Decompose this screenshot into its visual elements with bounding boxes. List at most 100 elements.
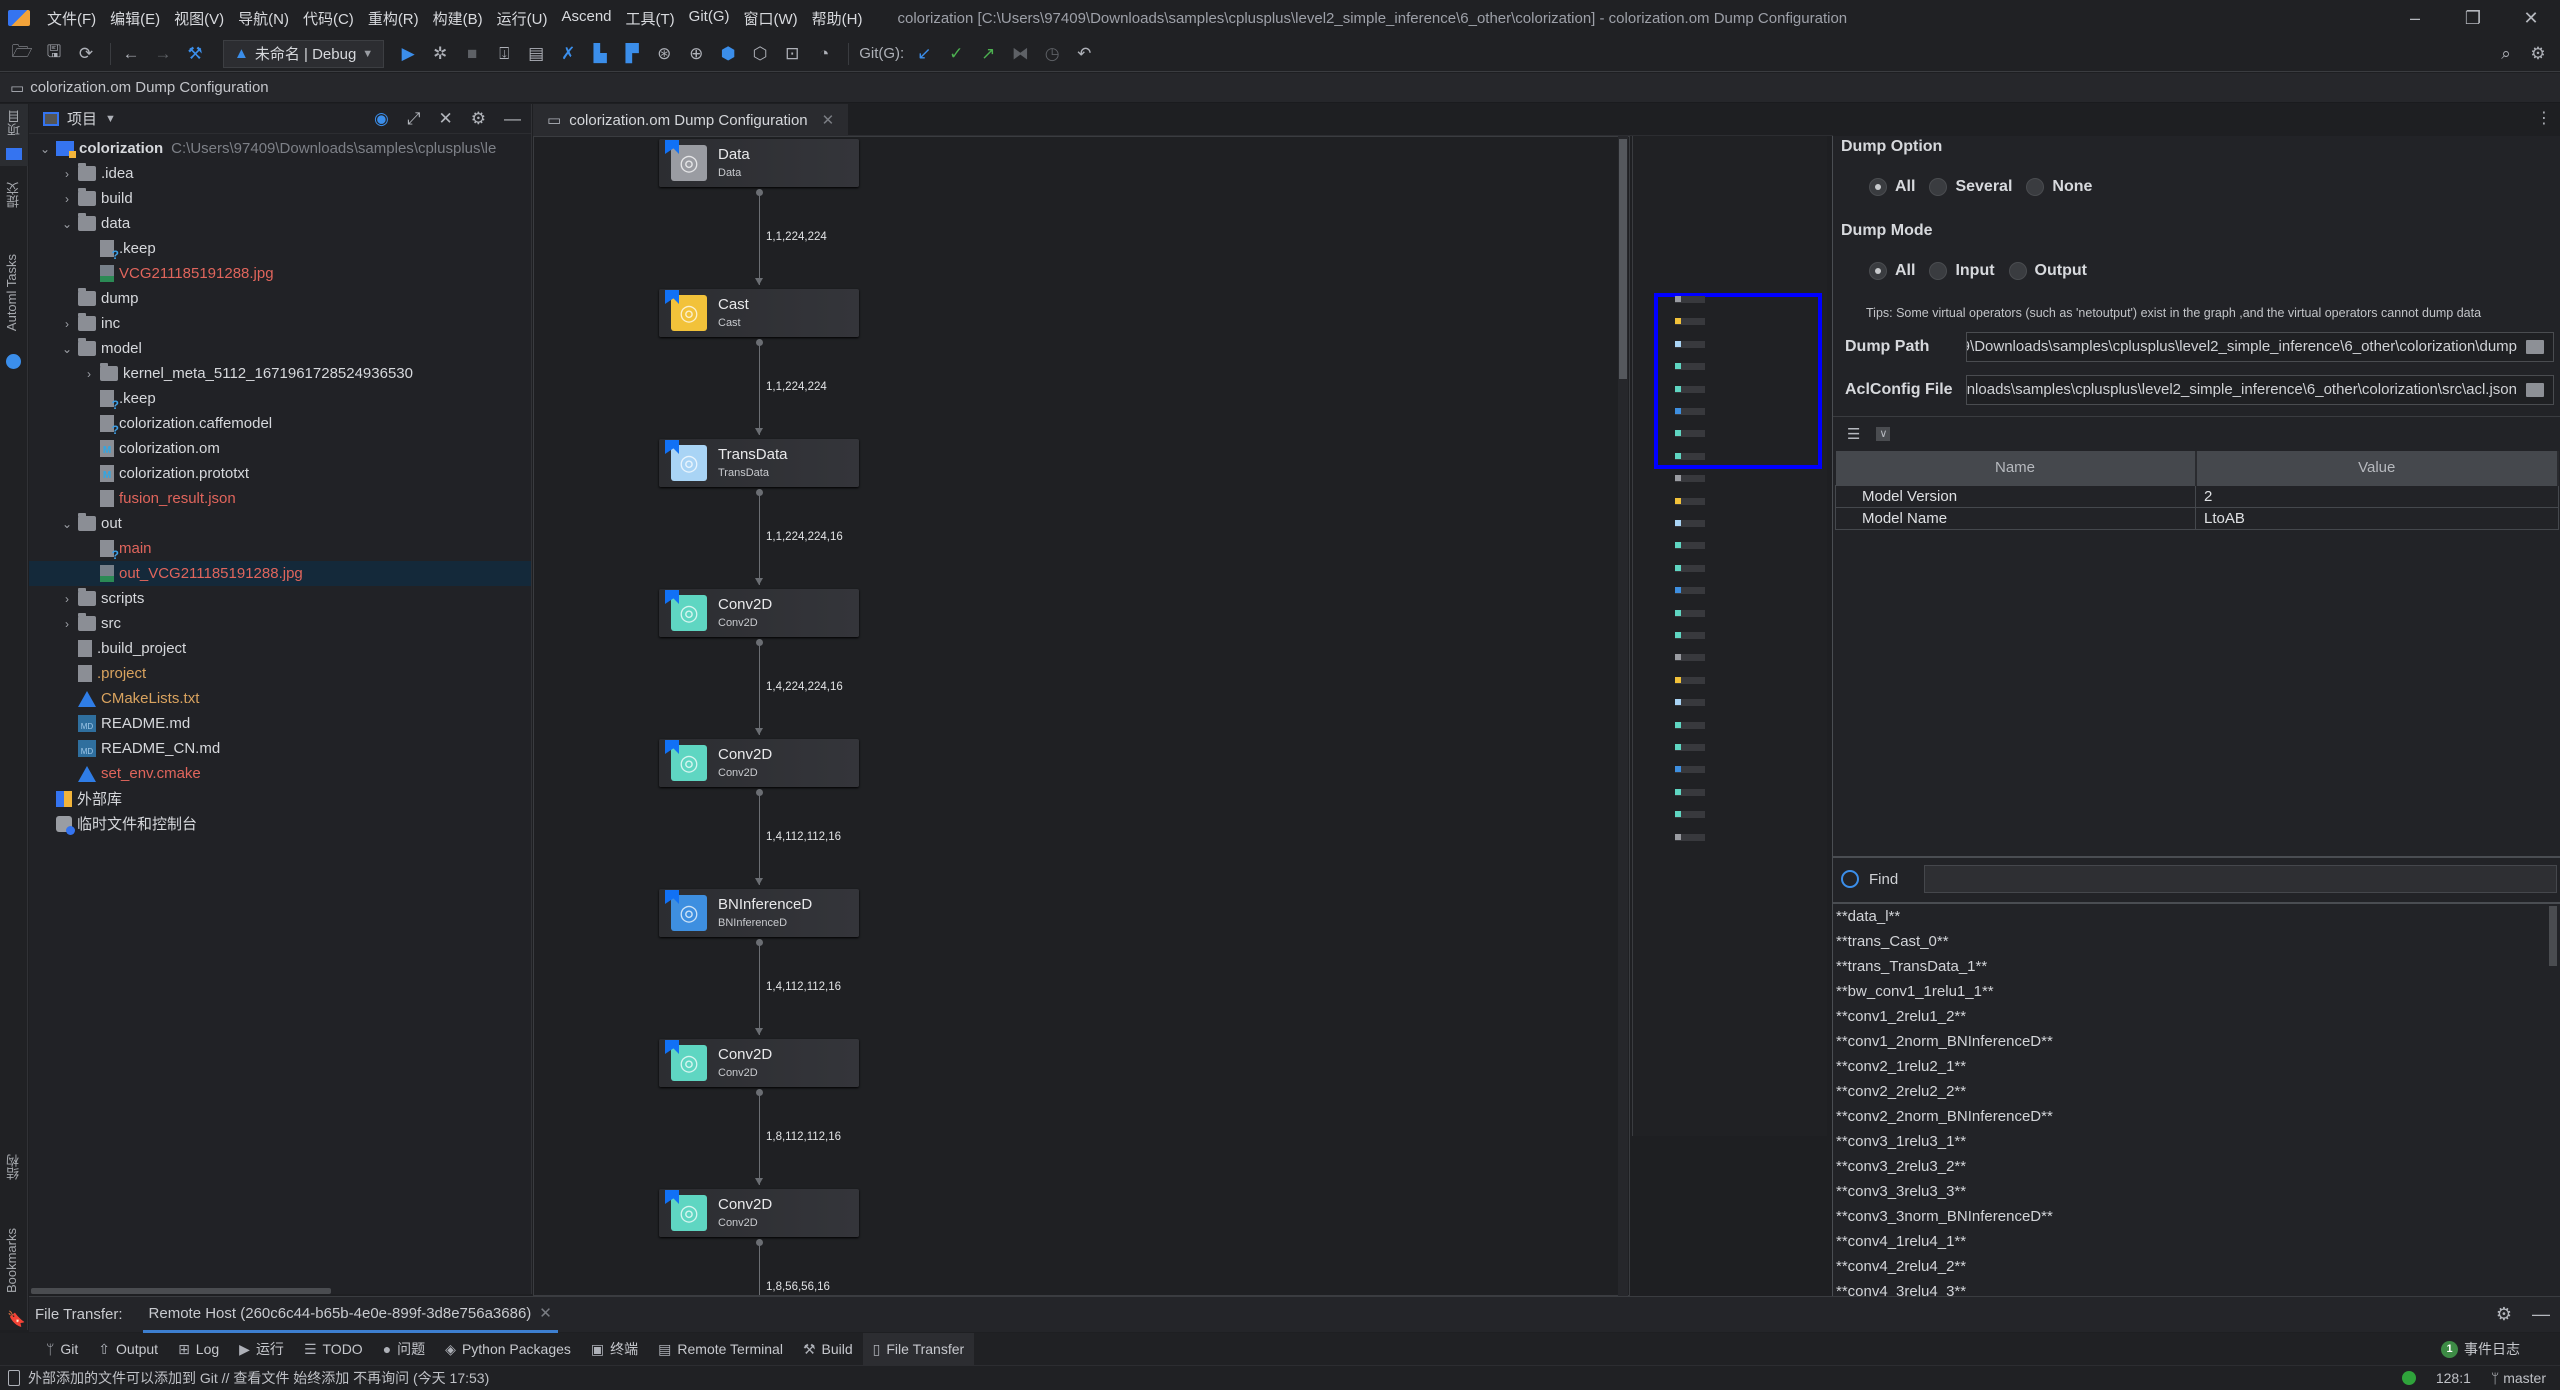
menu-item[interactable]: 运行(U) [490, 8, 555, 29]
list-item[interactable]: **conv4_3relu4_3** [1833, 1279, 2560, 1296]
open-folder-icon[interactable]: 🗁 [8, 40, 36, 68]
tool-window-remote-terminal[interactable]: ▤ Remote Terminal [648, 1333, 793, 1365]
git-rollback-icon[interactable]: ↶ [1070, 40, 1098, 68]
graph-node[interactable]: ◎ TransData TransData [659, 439, 859, 487]
tree-item[interactable]: fusion_result.json [29, 486, 531, 511]
config-file-icon[interactable]: ▤ [522, 40, 550, 68]
radio-output[interactable]: Output [2008, 262, 2087, 280]
tree-item[interactable]: MD README_CN.md [29, 736, 531, 761]
tree-item[interactable]: out_VCG211185191288.jpg [29, 561, 531, 586]
model-visualizer-icon[interactable]: ⊛ [650, 40, 678, 68]
tree-item[interactable]: › scripts [29, 586, 531, 611]
graph-minimap[interactable] [1632, 136, 1827, 1136]
status-toggle-icon[interactable] [8, 1370, 20, 1386]
forward-icon[interactable]: → [149, 40, 177, 68]
stripe-project-button[interactable]: 项目 [0, 104, 28, 166]
tree-item[interactable]: › .idea [29, 161, 531, 186]
radio-several[interactable]: Several [1929, 178, 2012, 196]
radio-none[interactable]: None [2026, 178, 2092, 196]
dump-path-input[interactable]: C:\Users\97409\Downloads\samples\cpluspl… [1966, 332, 2554, 362]
browse-file-icon[interactable] [2526, 383, 2544, 397]
stripe-bookmarks-button[interactable]: Bookmarks 🔖 [0, 1228, 28, 1328]
stripe-automl-button[interactable]: Automl Tasks [0, 254, 28, 374]
tree-item[interactable]: .build_project [29, 636, 531, 661]
radio-all[interactable]: All [1869, 178, 1915, 196]
ssh-icon[interactable]: ⬡ [746, 40, 774, 68]
hide-panel-icon[interactable]: — [2532, 1304, 2550, 1325]
chevron-down-icon[interactable]: ⌄ [59, 217, 75, 231]
tool-window-python-packages[interactable]: ◈ Python Packages [435, 1333, 581, 1365]
stripe-structure-button[interactable]: 结构 [0, 1154, 28, 1214]
pie-chart-icon[interactable]: ◔ [810, 40, 838, 68]
menu-item[interactable]: 工具(T) [619, 8, 682, 29]
menu-item[interactable]: 窗口(W) [737, 8, 805, 29]
save-all-icon[interactable]: 🖫 [40, 40, 68, 68]
menu-item[interactable]: 帮助(H) [805, 8, 870, 29]
project-view-selector[interactable]: 项目 [67, 108, 97, 129]
menu-item[interactable]: 视图(V) [167, 8, 231, 29]
tree-item[interactable]: 外部库 [29, 786, 531, 811]
cursor-position[interactable]: 128:1 [2436, 1370, 2471, 1386]
column-header-name[interactable]: Name [1835, 451, 2197, 485]
graph-node[interactable]: ◎ Cast Cast [659, 289, 859, 337]
expand-checkbox[interactable]: ∨ [1876, 426, 1891, 441]
tool-window-log[interactable]: ⊞ Log [168, 1333, 229, 1365]
status-message[interactable]: 外部添加的文件可以添加到 Git // 查看文件 始终添加 不再询问 (今天 1… [28, 1368, 489, 1388]
list-item[interactable]: **conv3_3norm_BNInferenceD** [1833, 1204, 2560, 1229]
git-branch-widget[interactable]: ᛘ master [2491, 1370, 2546, 1386]
list-item[interactable]: **conv2_1relu2_1** [1833, 1054, 2560, 1079]
table-row[interactable]: Model Version 2 [1835, 484, 2559, 508]
locate-icon[interactable]: ◉ [374, 109, 389, 129]
tree-item[interactable]: ⌄ out [29, 511, 531, 536]
chevron-down-icon[interactable]: ⌄ [37, 142, 53, 156]
run-icon[interactable]: ▶ [394, 40, 422, 68]
git-push-icon[interactable]: ↗ [974, 40, 1002, 68]
tool-window-build[interactable]: ⚒ Build [793, 1333, 863, 1365]
menu-item[interactable]: 文件(F) [40, 8, 103, 29]
menu-item[interactable]: 代码(C) [296, 8, 361, 29]
list-item[interactable]: **conv4_2relu4_2** [1833, 1254, 2560, 1279]
find-input[interactable] [1924, 865, 2557, 893]
graph-node[interactable]: ◎ Data Data [659, 139, 859, 187]
chevron-down-icon[interactable]: ⌄ [59, 342, 75, 356]
tree-item[interactable]: ⌄ data [29, 211, 531, 236]
minimize-button[interactable]: – [2386, 0, 2444, 36]
tree-item[interactable]: › kernel_meta_5112_1671961728524936530 [29, 361, 531, 386]
tree-item[interactable]: › inc [29, 311, 531, 336]
model-graph-canvas[interactable]: ◎ Data Data ◎ Cast Cast ◎ TransData TransData ◎ Co… [533, 136, 1630, 1296]
graph-node[interactable]: ◎ Conv2D Conv2D [659, 739, 859, 787]
sync-icon[interactable]: ⟳ [72, 40, 100, 68]
close-tab-icon[interactable]: ✕ [539, 1304, 552, 1322]
settings-gear-icon[interactable]: ⚙ [2524, 40, 2552, 68]
graph-node[interactable]: ◎ Conv2D Conv2D [659, 1039, 859, 1087]
list-item[interactable]: **conv3_3relu3_3** [1833, 1179, 2560, 1204]
tree-item[interactable]: ⌄ colorization C:\Users\97409\Downloads\sa… [29, 136, 531, 161]
chevron-right-icon[interactable]: › [59, 192, 75, 206]
close-tab-icon[interactable]: ✕ [822, 111, 835, 129]
hide-panel-icon[interactable]: — [504, 109, 521, 129]
tool-window-终端[interactable]: ▣ 终端 [581, 1333, 648, 1365]
radio-input[interactable]: Input [1929, 262, 1995, 280]
tbe-operator-icon[interactable]: ▛ [618, 40, 646, 68]
git-update-icon[interactable]: ↙ [910, 40, 938, 68]
tree-item[interactable]: 临时文件和控制台 [29, 811, 531, 836]
list-item[interactable]: **conv1_2norm_BNInferenceD** [1833, 1029, 2560, 1054]
tree-item[interactable]: .keep [29, 236, 531, 262]
menu-item[interactable]: 构建(B) [426, 8, 490, 29]
git-compare-icon[interactable]: ⧓ [1006, 40, 1034, 68]
menu-item[interactable]: 导航(N) [231, 8, 296, 29]
collapse-all-icon[interactable]: ✕ [439, 109, 453, 129]
tree-item[interactable]: dump [29, 286, 531, 311]
chevron-right-icon[interactable]: › [59, 617, 75, 631]
menu-item[interactable]: 重构(R) [361, 8, 426, 29]
breadcrumb-item[interactable]: colorization.om Dump Configuration [30, 79, 268, 96]
stop-icon[interactable]: ■ [458, 40, 486, 68]
restore-button[interactable]: ❐ [2444, 0, 2502, 36]
menu-item[interactable]: Ascend [554, 8, 618, 29]
download-icon[interactable]: ⍗ [490, 40, 518, 68]
tree-item[interactable]: ⌄ model [29, 336, 531, 361]
tree-item[interactable]: MD README.md [29, 711, 531, 736]
browse-folder-icon[interactable] [2526, 340, 2544, 354]
back-icon[interactable]: ← [117, 40, 145, 68]
monitor-icon[interactable]: ⊡ [778, 40, 806, 68]
